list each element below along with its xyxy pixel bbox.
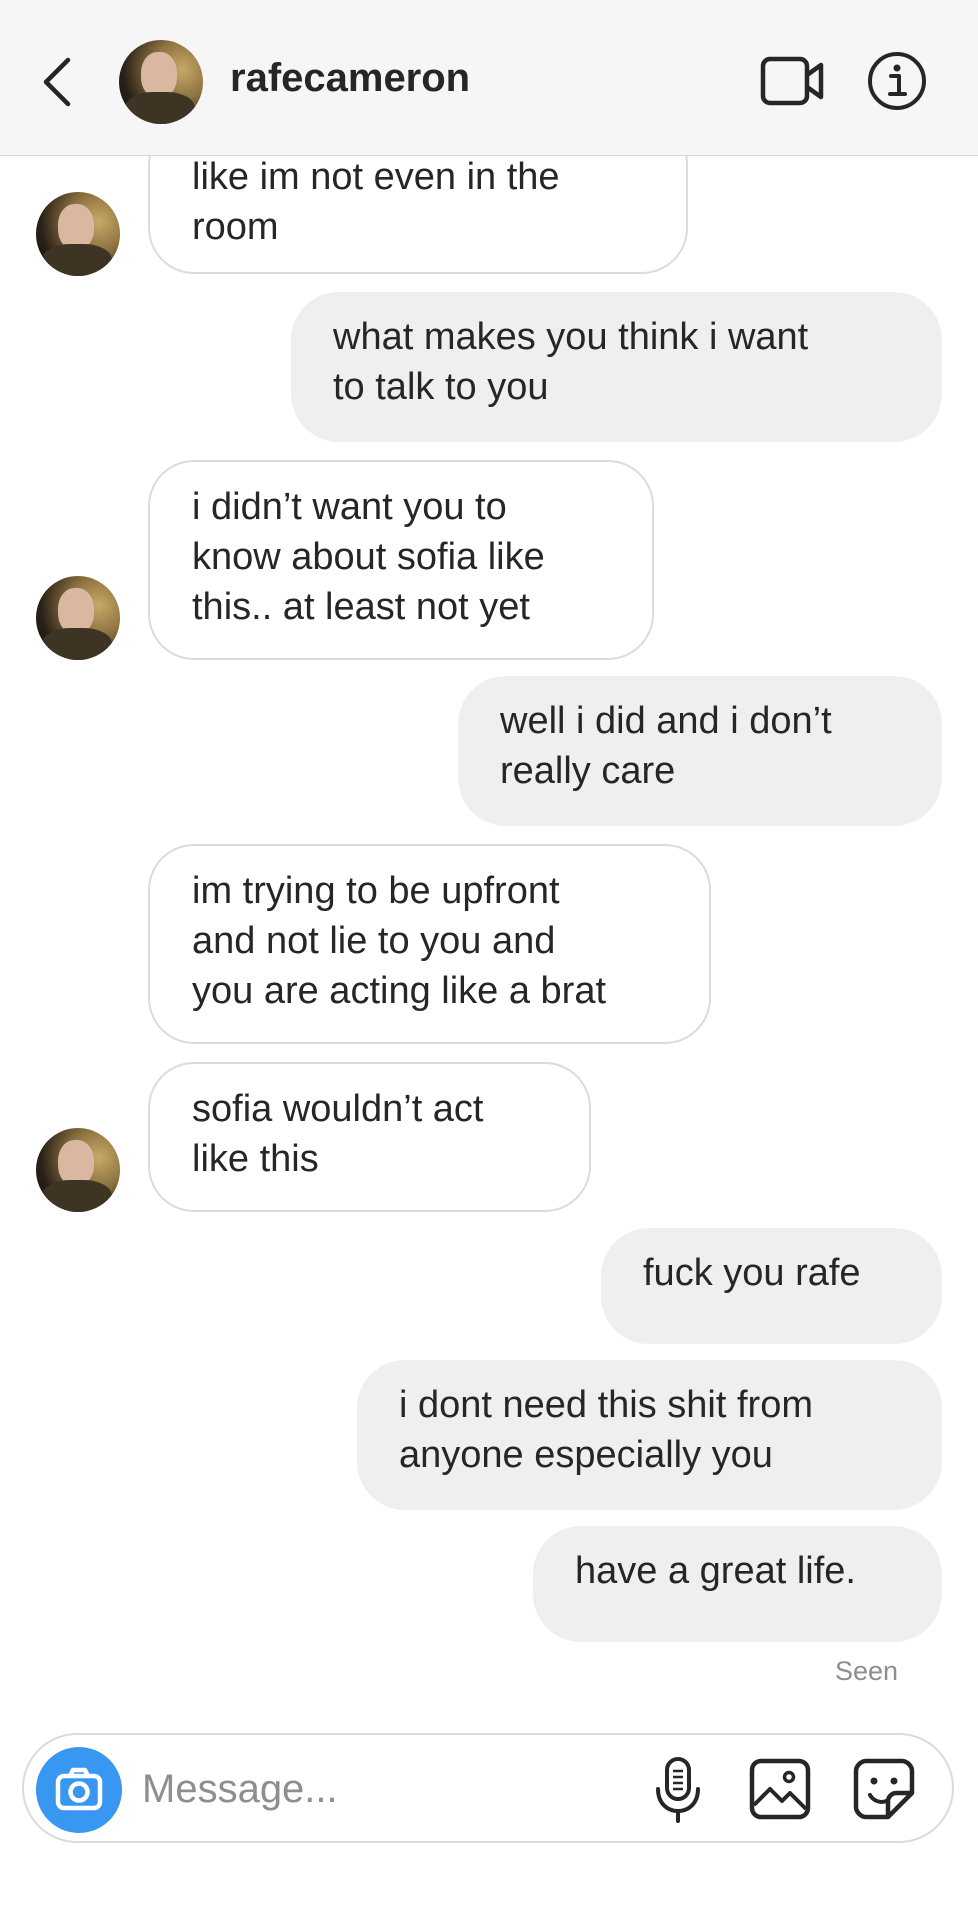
video-camera-icon — [760, 56, 824, 106]
info-icon — [868, 52, 926, 110]
avatar-shirt — [125, 92, 195, 124]
info-button[interactable] — [866, 50, 928, 112]
message-thread[interactable]: like im not even in the room what makes … — [0, 0, 978, 1700]
contact-avatar[interactable] — [36, 576, 120, 660]
chevron-left-icon — [43, 57, 71, 107]
received-message[interactable]: im trying to be upfront and not lie to y… — [148, 844, 711, 1044]
contact-avatar[interactable] — [36, 192, 120, 276]
video-call-button[interactable] — [760, 54, 826, 108]
avatar-shirt — [42, 1180, 112, 1212]
chat-header: rafecameron — [0, 0, 978, 156]
sent-message[interactable]: have a great life. — [533, 1526, 942, 1642]
contact-username[interactable]: rafecameron — [230, 56, 470, 101]
received-message[interactable]: sofia wouldn’t act like this — [148, 1062, 591, 1212]
sent-message[interactable]: well i did and i don’t really care — [458, 676, 942, 826]
sent-message[interactable]: fuck you rafe — [601, 1228, 942, 1344]
gallery-button[interactable] — [748, 1757, 812, 1821]
message-composer — [22, 1733, 954, 1843]
voice-message-button[interactable] — [648, 1755, 708, 1825]
avatar-shirt — [42, 244, 112, 276]
camera-button[interactable] — [36, 1747, 122, 1833]
back-button[interactable] — [36, 52, 78, 112]
microphone-icon — [656, 1757, 700, 1823]
sent-message[interactable]: what makes you think i want to talk to y… — [291, 292, 942, 442]
sent-message[interactable]: i dont need this shit from anyone especi… — [357, 1360, 942, 1510]
avatar-shirt — [42, 628, 112, 660]
contact-avatar[interactable] — [36, 1128, 120, 1212]
message-input[interactable] — [140, 1757, 524, 1821]
contact-avatar[interactable] — [119, 40, 203, 124]
sticker-icon — [853, 1758, 915, 1820]
seen-status: Seen — [834, 1656, 898, 1686]
received-message[interactable]: i didn’t want you to know about sofia li… — [148, 460, 654, 660]
sticker-button[interactable] — [852, 1757, 916, 1821]
camera-icon — [55, 1767, 103, 1811]
gallery-icon — [749, 1758, 811, 1820]
